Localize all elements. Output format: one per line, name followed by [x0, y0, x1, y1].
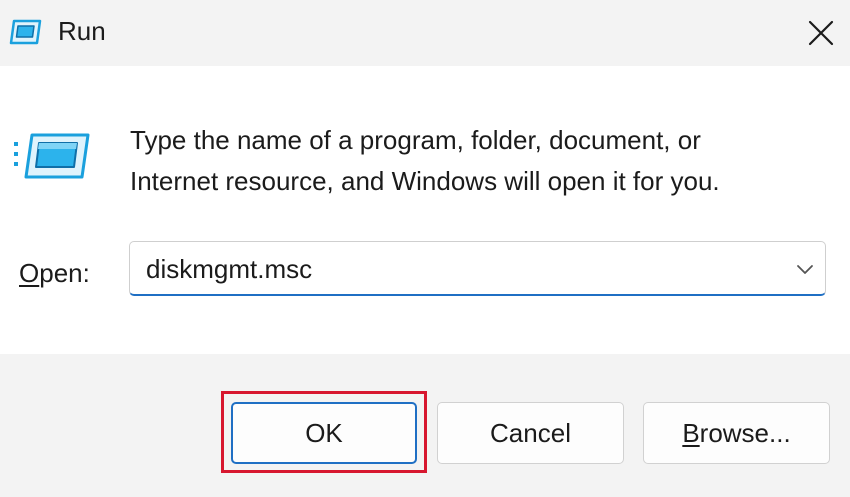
- close-icon: [808, 20, 834, 46]
- description-text: Type the name of a program, folder, docu…: [130, 120, 830, 202]
- open-label-text: pen:: [39, 258, 90, 288]
- browse-button[interactable]: Browse...: [643, 402, 830, 464]
- open-label: Open:: [19, 256, 90, 290]
- title-bar[interactable]: Run: [0, 0, 850, 66]
- browse-label: rowse...: [699, 417, 791, 448]
- description-line-2: Internet resource, and Windows will open…: [130, 166, 720, 196]
- run-app-icon: [14, 133, 90, 179]
- open-combobox[interactable]: diskmgmt.msc: [129, 241, 826, 296]
- button-bar: OK Cancel Browse...: [0, 354, 850, 497]
- close-button[interactable]: [796, 10, 846, 56]
- open-input[interactable]: diskmgmt.msc: [146, 252, 312, 286]
- chevron-down-icon[interactable]: [794, 260, 816, 278]
- window-title: Run: [58, 16, 106, 46]
- open-label-accelerator: O: [19, 258, 40, 288]
- run-dialog: Run Type the name of a program, folder, …: [0, 0, 850, 497]
- run-icon: [9, 19, 42, 45]
- ok-button[interactable]: OK: [231, 402, 417, 464]
- dialog-content: Type the name of a program, folder, docu…: [0, 66, 850, 354]
- description-line-1: Type the name of a program, folder, docu…: [130, 125, 701, 155]
- browse-accelerator: B: [682, 417, 700, 448]
- cancel-button[interactable]: Cancel: [437, 402, 624, 464]
